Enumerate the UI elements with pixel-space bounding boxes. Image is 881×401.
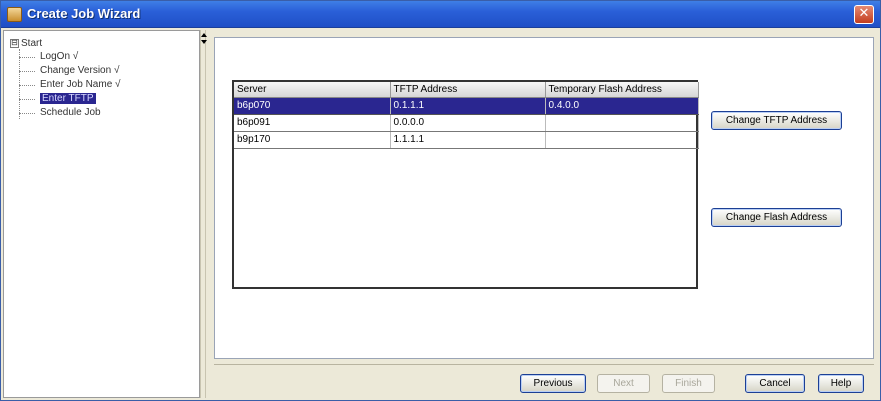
table-cell: 0.1.1.1 xyxy=(390,97,546,115)
column-header[interactable]: TFTP Address xyxy=(390,82,546,98)
change-flash-address-button[interactable]: Change Flash Address xyxy=(711,208,842,227)
wizard-window: Create Job Wizard ✕ ⊟ Start LogOn √ Chang… xyxy=(0,0,881,401)
tree-root[interactable]: ⊟ Start xyxy=(10,37,121,50)
tree-item-label: Enter Job Name √ xyxy=(40,79,121,90)
table-cell: 0.0.0.0 xyxy=(390,114,546,132)
tree-item-label: Enter TFTP xyxy=(40,93,96,104)
footer-divider xyxy=(214,364,874,365)
next-button[interactable]: Next xyxy=(597,374,650,393)
column-header[interactable]: Server xyxy=(234,82,391,98)
close-icon[interactable]: ✕ xyxy=(854,5,874,24)
app-icon xyxy=(7,7,22,22)
step-tree: ⊟ Start LogOn √ Change Version √ Enter Job… xyxy=(10,37,121,120)
table-cell xyxy=(545,131,699,149)
finish-button[interactable]: Finish xyxy=(662,374,715,393)
help-button[interactable]: Help xyxy=(818,374,864,393)
table-row[interactable]: b9p170 1.1.1.1 xyxy=(234,131,699,149)
table-cell: b6p070 xyxy=(234,97,391,115)
table-cell: b6p091 xyxy=(234,114,391,132)
wizard-steps-tree: ⊟ Start LogOn √ Change Version √ Enter Job… xyxy=(3,30,200,398)
tree-item-label: LogOn √ xyxy=(40,51,79,62)
tftp-panel: Server TFTP Address Temporary Flash Addres… xyxy=(214,37,874,359)
previous-button[interactable]: Previous xyxy=(520,374,586,393)
tree-root-label: Start xyxy=(21,38,43,49)
title-bar: Create Job Wizard ✕ xyxy=(1,1,880,28)
table-cell: b9p170 xyxy=(234,131,391,149)
change-tftp-address-button[interactable]: Change TFTP Address xyxy=(711,111,842,130)
tree-item-step[interactable]: Enter TFTP xyxy=(10,92,121,106)
tree-item-step[interactable]: Schedule Job xyxy=(10,106,121,120)
tree-item-label: Change Version √ xyxy=(40,65,120,76)
table-cell xyxy=(545,114,699,132)
tree-item-label: Schedule Job xyxy=(40,107,101,118)
collapse-icon[interactable]: ⊟ xyxy=(10,39,19,48)
column-header[interactable]: Temporary Flash Address xyxy=(545,82,699,98)
table-row[interactable]: b6p091 0.0.0.0 xyxy=(234,114,699,132)
tree-item-step[interactable]: Enter Job Name √ xyxy=(10,78,121,92)
pane-splitter[interactable] xyxy=(200,30,207,398)
table-row[interactable]: b6p070 0.1.1.1 0.4.0.0 xyxy=(234,97,699,115)
content-area: Server TFTP Address Temporary Flash Addres… xyxy=(207,30,879,398)
table-cell: 0.4.0.0 xyxy=(545,97,699,115)
cancel-button[interactable]: Cancel xyxy=(745,374,805,393)
table-cell: 1.1.1.1 xyxy=(390,131,546,149)
tree-item-step[interactable]: LogOn √ xyxy=(10,50,121,64)
window-title: Create Job Wizard xyxy=(27,6,141,21)
tree-item-step[interactable]: Change Version √ xyxy=(10,64,121,78)
server-table: Server TFTP Address Temporary Flash Addres… xyxy=(232,80,699,289)
